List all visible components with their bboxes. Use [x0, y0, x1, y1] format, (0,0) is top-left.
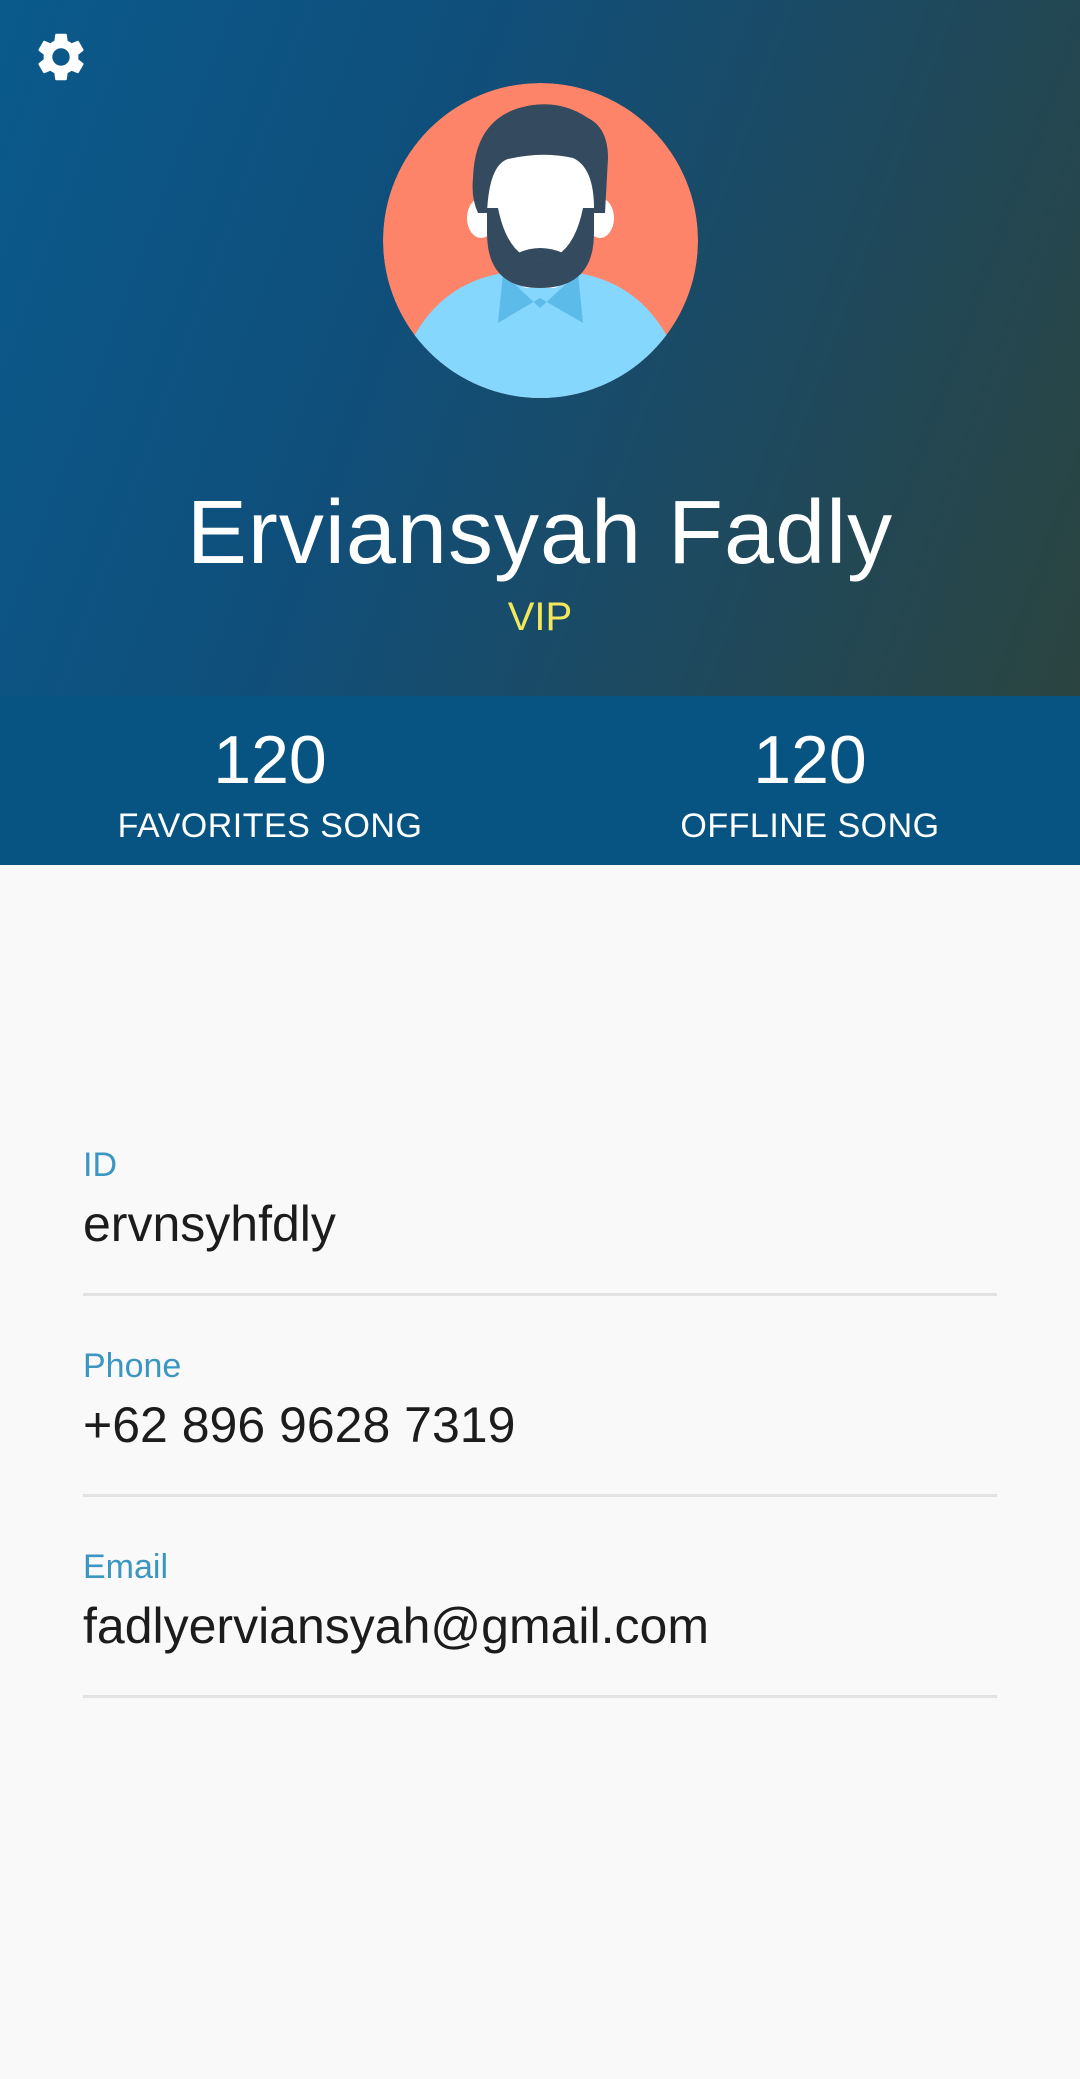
user-name: Erviansyah Fadly	[186, 483, 894, 583]
divider	[83, 1293, 997, 1296]
divider	[83, 1695, 997, 1698]
user-avatar-icon	[383, 83, 698, 398]
favorites-label: FAVORITES SONG	[117, 807, 423, 845]
divider	[83, 1494, 997, 1497]
field-value: +62 896 9628 7319	[83, 1397, 516, 1453]
field-value: fadlyerviansyah@gmail.com	[83, 1598, 710, 1654]
favorites-count: 120	[213, 722, 327, 798]
field-label: Email	[83, 1548, 169, 1586]
stats-bar: 120 FAVORITES SONG 120 OFFLINE SONG	[0, 696, 1080, 865]
field-label: ID	[83, 1146, 117, 1184]
settings-button[interactable]	[30, 28, 92, 90]
membership-badge: VIP	[507, 595, 573, 639]
profile-header: Erviansyah Fadly VIP	[0, 0, 1080, 696]
favorites-stat[interactable]: 120 FAVORITES SONG	[0, 696, 540, 865]
avatar[interactable]	[383, 83, 698, 398]
gear-icon	[32, 28, 90, 91]
field-label: Phone	[83, 1347, 182, 1385]
profile-field-email[interactable]: Email fadlyerviansyah@gmail.com	[83, 1545, 997, 1745]
profile-field-phone[interactable]: Phone +62 896 9628 7319	[83, 1344, 997, 1544]
field-value: ervnsyhfdly	[83, 1196, 336, 1252]
offline-label: OFFLINE SONG	[680, 807, 940, 845]
profile-field-id[interactable]: ID ervnsyhfdly	[83, 1143, 997, 1343]
offline-stat[interactable]: 120 OFFLINE SONG	[540, 696, 1080, 865]
offline-count: 120	[753, 722, 867, 798]
